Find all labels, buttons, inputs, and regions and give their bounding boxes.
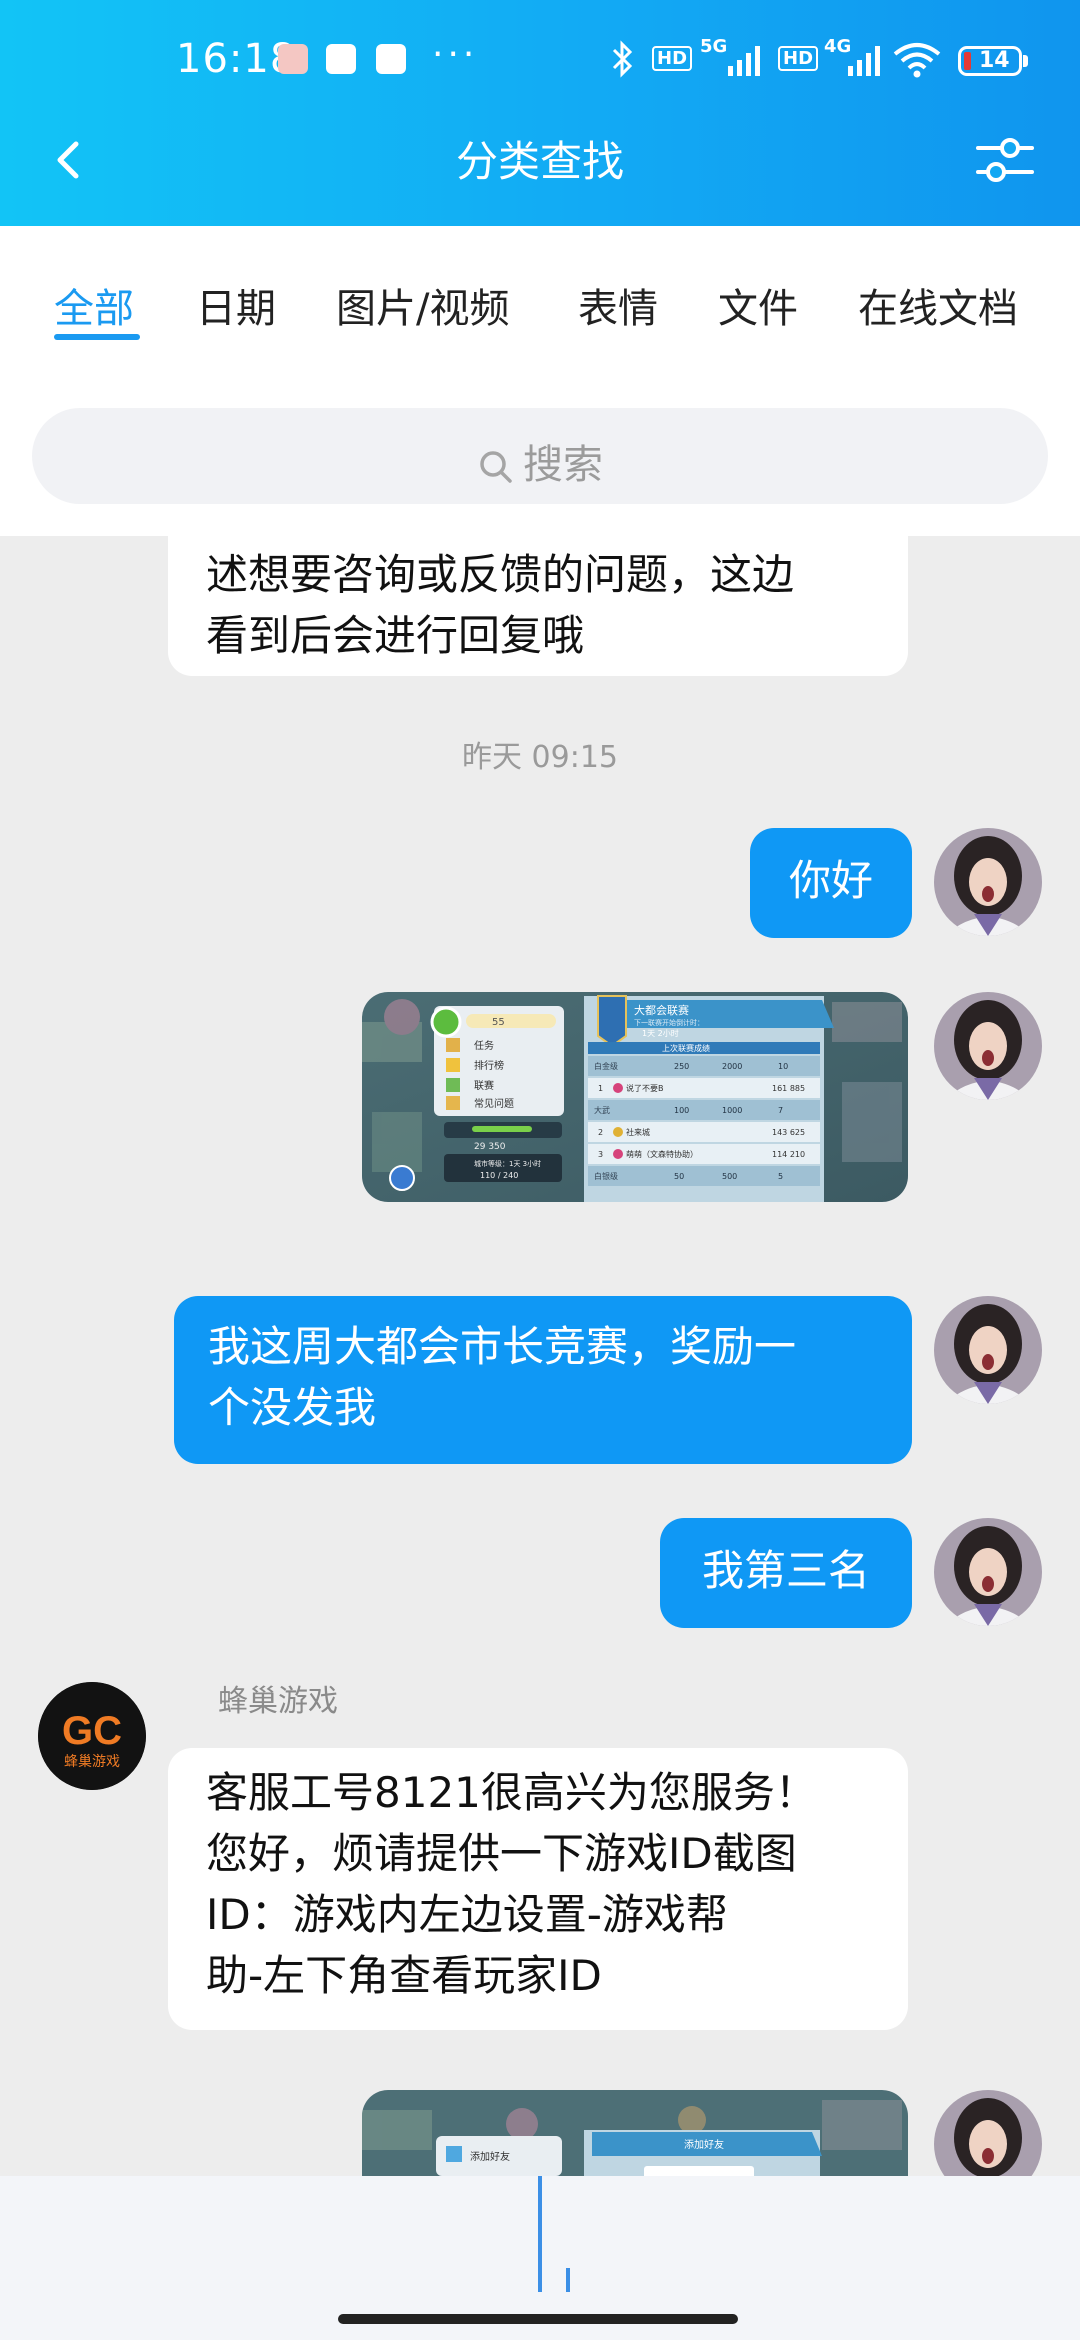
game-menu-value: 55 [492, 1017, 505, 1028]
scroll-indicator [538, 2176, 542, 2292]
message-bubble-outgoing[interactable]: 我第三名 [660, 1518, 912, 1628]
message-text: 述想要咨询或反馈的问题，这边 [206, 550, 795, 599]
tab-files[interactable]: 文件 [718, 276, 798, 334]
tab-images-videos[interactable]: 图片/视频 [336, 276, 509, 334]
message-text: 你好 [788, 856, 873, 905]
app-header: 16:18 ··· HD 5G HD 4G 14 分类查找 [0, 0, 1080, 226]
game-tier-value: 250 [674, 1062, 689, 1071]
chat-area[interactable]: 述想要咨询或反馈的问题，这边 看到后会进行回复哦 昨天 09:15 你好 55 … [0, 536, 1080, 2176]
filter-settings-icon[interactable] [970, 130, 1040, 190]
game-stat: 110 / 240 [480, 1171, 518, 1180]
game-tier-value: 10 [778, 1062, 788, 1071]
game-rank-score: 161 885 [772, 1084, 805, 1093]
sender-name: 蜂巢游戏 [218, 1684, 338, 1719]
logo-subtext: 蜂巢游戏 [64, 1754, 120, 1770]
game-tier-value: 500 [722, 1172, 737, 1181]
game-panel-title: 大都会联赛 [634, 1003, 689, 1017]
game-rank-score: 143 625 [772, 1128, 805, 1137]
game-panel-subtitle: 下一联赛开始倒计时： [634, 1018, 704, 1027]
tab-all[interactable]: 全部 [54, 276, 134, 334]
more-notifications-icon: ··· [432, 34, 479, 75]
game-tier-value: 1000 [722, 1106, 742, 1115]
active-tab-indicator [54, 334, 140, 340]
game-menu-item: 排行榜 [474, 1059, 504, 1072]
tab-date[interactable]: 日期 [196, 276, 276, 334]
search-icon [480, 451, 512, 483]
user-avatar[interactable] [934, 992, 1042, 1100]
message-bubble-outgoing[interactable]: 我这周大都会市长竞赛，奖励一 个没发我 [174, 1296, 912, 1464]
wifi-icon [893, 43, 941, 78]
hd-badge-1: HD [652, 46, 693, 71]
user-avatar[interactable] [934, 1296, 1042, 1404]
status-bar: 16:18 ··· HD 5G HD 4G 14 [0, 0, 1080, 120]
game-menu-item: 添加好友 [470, 2150, 510, 2163]
game-stat: 城市等级：1天 3小时 [474, 1159, 541, 1168]
bluetooth-icon [612, 40, 633, 78]
game-stat: 29 350 [474, 1142, 506, 1152]
signal-icon-1 [728, 46, 760, 76]
signal-icon-2 [848, 46, 880, 76]
browser-icon [326, 44, 356, 74]
message-text: 个没发我 [208, 1383, 377, 1432]
tab-online-docs[interactable]: 在线文档 [858, 276, 1018, 334]
user-avatar[interactable] [934, 828, 1042, 936]
page-title: 分类查找 [455, 137, 624, 186]
baidu-icon [376, 44, 406, 74]
message-text: 我第三名 [701, 1546, 870, 1595]
message-text: ID：游戏内左边设置-游戏帮 [206, 1890, 728, 1939]
search-input[interactable]: 搜索 [32, 408, 1048, 504]
message-bubble-outgoing[interactable]: 你好 [750, 828, 912, 938]
notification-icon [278, 44, 308, 74]
game-panel-title: 添加好友 [684, 2138, 724, 2151]
hd-badge-2: HD [778, 46, 819, 71]
message-text: 您好，烦请提供一下游戏ID截图 [206, 1829, 797, 1878]
message-bubble-incoming[interactable]: 客服工号8121很高兴为您服务！ 您好，烦请提供一下游戏ID截图 ID：游戏内左… [168, 1748, 908, 2030]
sender-logo-avatar[interactable]: GC 蜂巢游戏 [38, 1682, 146, 1790]
user-avatar[interactable] [934, 1518, 1042, 1626]
logo-text: GC [62, 1709, 122, 1753]
message-text: 看到后会进行回复哦 [206, 611, 585, 660]
user-avatar[interactable] [934, 2090, 1042, 2176]
scroll-indicator [566, 2268, 570, 2292]
message-text: 助-左下角查看玩家ID [206, 1951, 602, 2000]
game-tier-value: 5 [778, 1172, 783, 1181]
svg-text:2: 2 [598, 1128, 603, 1137]
game-tier-value: 100 [674, 1106, 689, 1115]
game-menu-item: 联赛 [474, 1079, 494, 1092]
game-tier-label: 白银级 [594, 1171, 618, 1181]
game-rank-name: 说了不要B [626, 1083, 664, 1093]
svg-text:3: 3 [598, 1150, 603, 1159]
game-panel-section: 上次联赛成绩 [662, 1043, 710, 1053]
home-indicator[interactable] [338, 2314, 738, 2324]
game-menu-item: 常见问题 [474, 1097, 514, 1110]
game-screenshot-image[interactable]: 添加好友 添加好友 [362, 2090, 908, 2176]
battery-level: 14 [979, 48, 1010, 73]
net-label-1: 5G [700, 36, 728, 57]
svg-text:1: 1 [598, 1084, 603, 1093]
message-text: 客服工号8121很高兴为您服务！ [206, 1768, 817, 1817]
game-tier-value: 2000 [722, 1062, 742, 1071]
search-placeholder: 搜索 [523, 442, 603, 488]
tab-stickers[interactable]: 表情 [578, 276, 658, 334]
game-tier-label: 白金级 [594, 1061, 618, 1071]
message-bubble-incoming[interactable]: 述想要咨询或反馈的问题，这边 看到后会进行回复哦 [168, 536, 908, 676]
game-menu-item: 任务 [474, 1039, 494, 1052]
game-rank-score: 114 210 [772, 1150, 805, 1159]
game-rank-name: 社来城 [626, 1127, 650, 1137]
game-tier-label: 大武 [594, 1105, 610, 1115]
game-screenshot-image[interactable]: 55 任务 排行榜 联赛 常见问题 29 350 城市等级：1天 3小时 110… [362, 992, 908, 1202]
game-rank-name: 萌萌（文森特协助） [626, 1149, 698, 1159]
message-text: 我这周大都会市长竞赛，奖励一 [208, 1322, 797, 1371]
message-timestamp: 昨天 09:15 [462, 740, 618, 775]
game-panel-time: 1天 2小时 [642, 1028, 679, 1038]
game-tier-value: 7 [778, 1106, 783, 1115]
game-tier-value: 50 [674, 1172, 684, 1181]
battery-icon: 14 [958, 46, 1028, 76]
